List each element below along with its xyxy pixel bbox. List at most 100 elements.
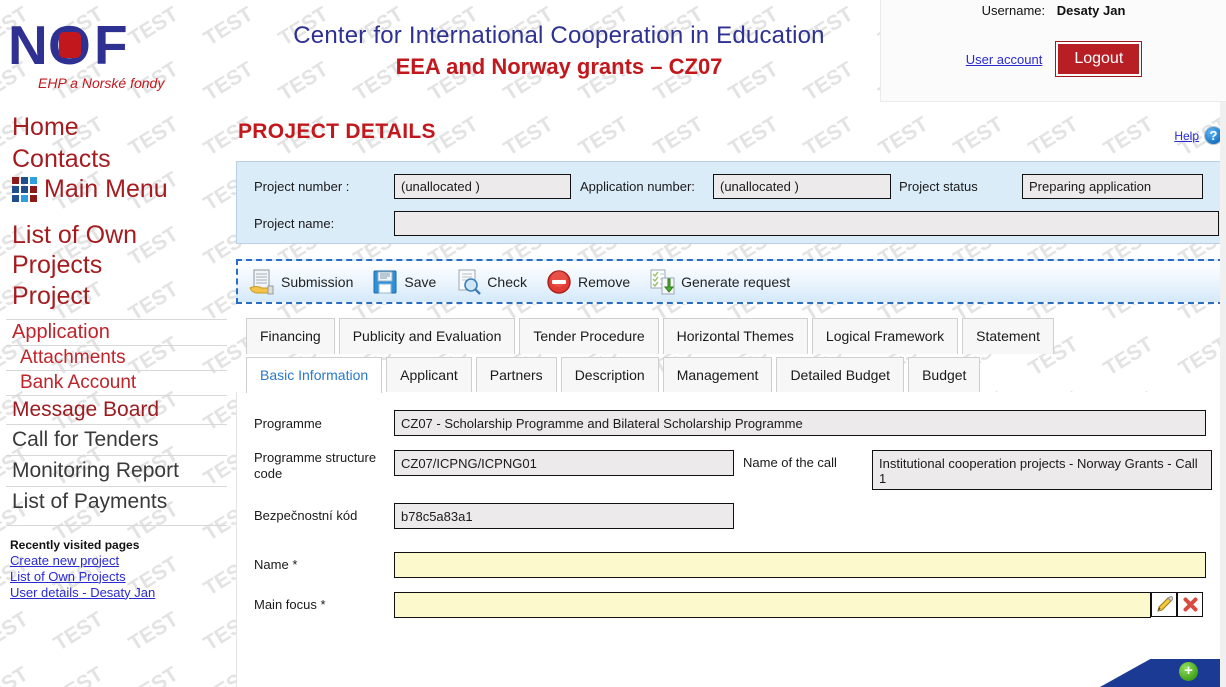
recent-link-user-details[interactable]: User details - Desaty Jan [8,584,227,600]
sidebar-item-main-menu-label: Main Menu [44,175,168,203]
logout-button[interactable]: Logout [1055,41,1143,77]
tab-financing[interactable]: Financing [246,318,335,354]
remove-button[interactable]: Remove [545,268,630,296]
name-of-call-field: Institutional cooperation projects - Nor… [872,450,1212,490]
sidebar-item-list-of-own-projects[interactable]: List of Own Projects [6,220,227,281]
site-header-line1: Center for International Cooperation in … [293,22,825,49]
project-name-row: Project name: [254,211,1219,236]
main-content: PROJECT DETAILS Help ? Project number : … [233,102,1226,687]
submission-button[interactable]: Submission [248,268,353,296]
tab-budget[interactable]: Budget [908,357,981,393]
tab-publicity-and-evaluation[interactable]: Publicity and Evaluation [338,318,516,354]
main-focus-input[interactable] [394,592,1151,618]
action-toolbar: Submission Save Check Remove Generate re… [236,259,1224,304]
tab-detailed-budget[interactable]: Detailed Budget [776,357,905,393]
sidebar-item-call-for-tenders[interactable]: Call for Tenders [6,425,227,455]
sidebar-item-home[interactable]: Home [6,112,227,144]
checklist-green-arrow-icon [648,268,676,296]
project-number-label: Project number : [254,179,350,194]
help-box[interactable]: Help ? [1174,126,1223,145]
user-actions: User account Logout [881,41,1226,77]
sidebar-divider-8 [6,524,227,526]
security-code-row: Bezpečnostní kód b78c5a83a1 [254,503,734,529]
generate-request-button-label: Generate request [681,273,791,290]
project-details-panel: Project number : (unallocated ) Applicat… [236,161,1224,244]
floppy-disk-icon [371,268,399,296]
nof-logo[interactable]: N O F EHP a Norské fondy [6,14,166,91]
sidebar-item-list-of-payments[interactable]: List of Payments [6,487,227,517]
sidebar-item-attachments[interactable]: Attachments [6,346,227,370]
name-required-asterisk: * [292,557,298,572]
application-number-label: Application number: [580,179,695,194]
site-header-line2: EEA and Norway grants – CZ07 [395,54,723,79]
tab-applicant[interactable]: Applicant [386,357,472,393]
tab-basic-information[interactable]: Basic Information [246,357,383,393]
tab-logical-framework[interactable]: Logical Framework [811,318,959,354]
svg-text:F: F [94,18,128,76]
tab-description[interactable]: Description [560,357,659,393]
tab-bar: Financing Publicity and Evaluation Tende… [233,317,1226,393]
main-focus-edit-button[interactable] [1151,592,1177,617]
add-item-banner: + [1100,655,1226,687]
tab-horizontal-themes[interactable]: Horizontal Themes [662,318,808,354]
main-focus-label: Main focus * [254,592,394,613]
sidebar-item-application[interactable]: Application [6,320,227,345]
tab-partners[interactable]: Partners [475,357,557,393]
programme-field: CZ07 - Scholarship Programme and Bilater… [394,410,1206,436]
programme-label: Programme [254,416,322,431]
recent-link-list-of-own-projects[interactable]: List of Own Projects [8,568,227,584]
basic-information-form: Programme CZ07 - Scholarship Programme a… [236,392,1224,687]
application-number-row: Application number: (unallocated ) [580,174,891,199]
sidebar-item-monitoring-report[interactable]: Monitoring Report [6,456,227,486]
programme-structure-code-label: Programme structure code [254,450,377,481]
sidebar-item-message-board[interactable]: Message Board [6,396,227,424]
project-status-row: Project status Preparing application [899,174,1203,199]
user-panel: Username: Desaty Jan User account Logout [880,0,1226,102]
tab-tender-procedure[interactable]: Tender Procedure [519,318,659,354]
green-plus-icon[interactable]: + [1179,662,1198,681]
tab-row-primary: Financing Publicity and Evaluation Tende… [233,317,1226,354]
security-code-label: Bezpečnostní kód [254,508,358,523]
sidebar-item-project[interactable]: Project [6,281,227,313]
remove-button-label: Remove [577,273,631,290]
red-x-delete-icon [1183,597,1197,612]
help-link[interactable]: Help [1174,129,1199,143]
svg-text:N: N [8,18,47,76]
programme-row: Programme CZ07 - Scholarship Programme a… [254,410,1206,436]
nof-logo-svg: N O F [8,14,128,76]
tab-statement[interactable]: Statement [962,318,1054,354]
project-status-label: Project status [899,179,978,194]
page-title: PROJECT DETAILS [238,120,436,143]
left-sidebar: N O F EHP a Norské fondy Home Contacts M… [0,0,233,687]
project-number-field: (unallocated ) [394,174,571,199]
main-focus-delete-button[interactable] [1177,592,1203,617]
username-row: Username: Desaty Jan [881,3,1226,18]
programme-structure-code-row: Programme structure code CZ07/ICPNG/ICPN… [254,450,734,482]
user-account-link[interactable]: User account [966,52,1043,67]
tab-management[interactable]: Management [662,357,773,393]
name-input[interactable] [394,552,1206,578]
name-of-call-label: Name of the call [743,455,837,470]
page-right-edge [1220,0,1226,687]
security-code-field: b78c5a83a1 [394,503,734,529]
recent-link-create-new-project[interactable]: Create new project [8,552,227,568]
sidebar-item-main-menu[interactable]: Main Menu [6,175,227,204]
check-button[interactable]: Check [454,268,527,296]
save-button-label: Save [404,273,437,290]
site-header-title: Center for International Cooperation in … [239,22,879,80]
check-button-label: Check [487,273,527,290]
application-number-field: (unallocated ) [713,174,891,199]
banner-shape [1100,659,1226,687]
sidebar-item-contacts[interactable]: Contacts [6,144,227,176]
sidebar-item-bank-account[interactable]: Bank Account [6,371,227,395]
grid-menu-icon [12,177,37,202]
name-label: Name * [254,552,394,573]
name-row: Name * [254,552,1206,578]
save-button[interactable]: Save [371,268,436,296]
submission-button-label: Submission [281,273,354,290]
red-minus-circle-icon [545,268,573,296]
generate-request-button[interactable]: Generate request [648,268,790,296]
programme-structure-code-field: CZ07/ICPNG/ICPNG01 [394,450,734,476]
project-name-label: Project name: [254,216,335,231]
